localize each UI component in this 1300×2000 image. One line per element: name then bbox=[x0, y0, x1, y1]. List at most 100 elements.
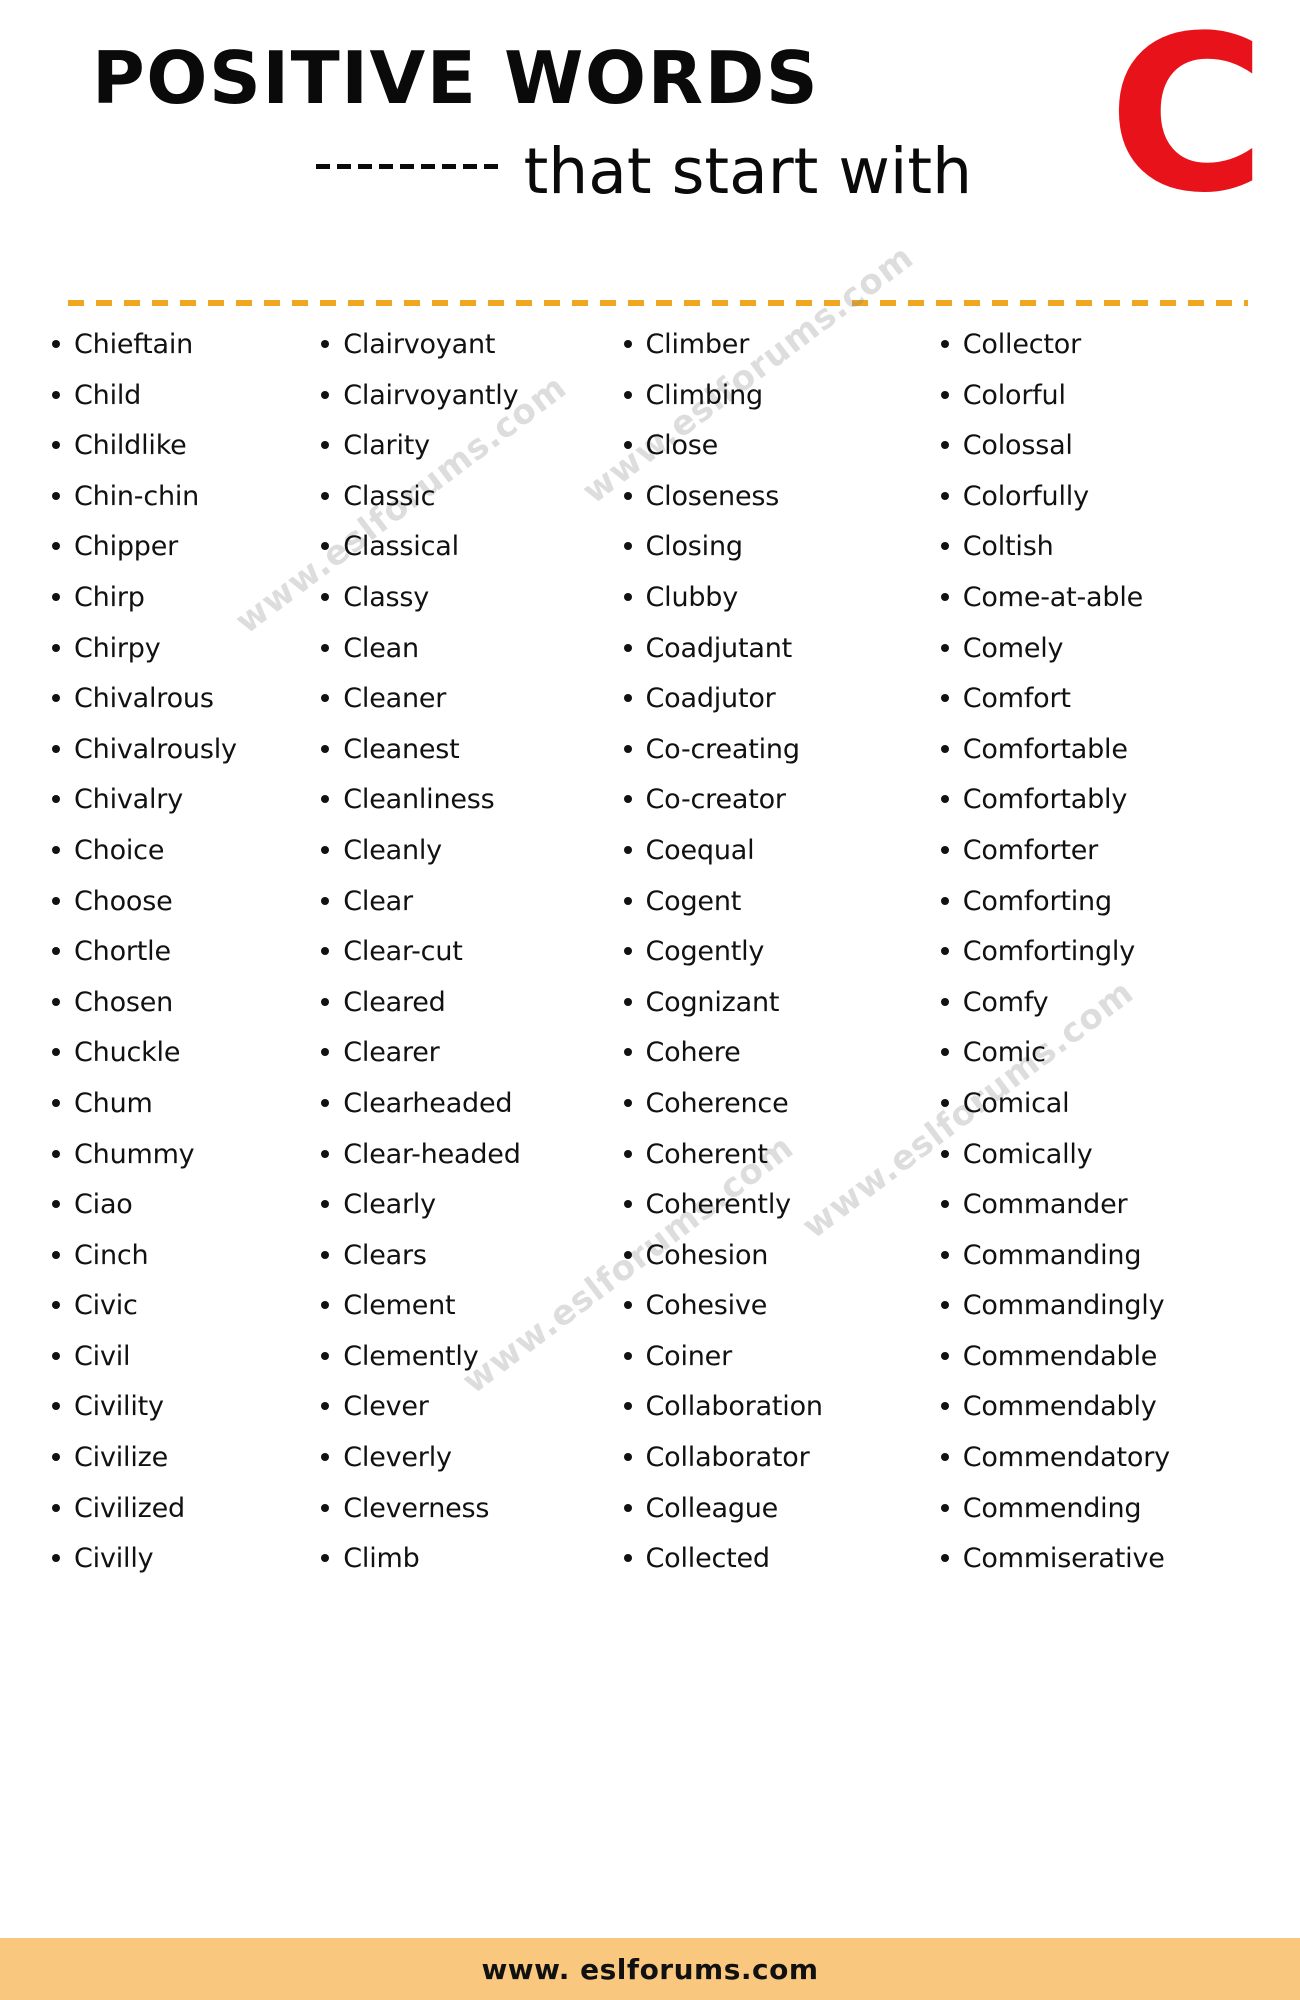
word-label: Coequal bbox=[645, 834, 755, 866]
bullet-icon bbox=[624, 694, 646, 702]
word-label: Cognizant bbox=[645, 986, 780, 1018]
list-item: Clairvoyant bbox=[321, 330, 623, 381]
bullet-icon bbox=[941, 998, 963, 1006]
word-label: Civilly bbox=[74, 1543, 154, 1575]
list-item: Comical bbox=[941, 1089, 1278, 1140]
word-label: Coiner bbox=[645, 1340, 733, 1372]
bullet-icon bbox=[624, 1453, 646, 1461]
bullet-icon bbox=[624, 1301, 646, 1309]
list-item: Cogent bbox=[624, 885, 941, 938]
word-label: Chivalrously bbox=[74, 733, 237, 765]
list-item: Colossal bbox=[941, 431, 1278, 482]
list-item: Chieftain bbox=[52, 330, 321, 381]
word-label: Coherent bbox=[645, 1138, 769, 1170]
dashed-divider bbox=[68, 300, 1248, 306]
bullet-icon bbox=[52, 795, 74, 803]
list-item: Cinch bbox=[52, 1239, 321, 1292]
list-item: Chummy bbox=[52, 1139, 321, 1191]
bullet-icon bbox=[52, 745, 74, 753]
dashed-lead-icon bbox=[315, 164, 498, 169]
list-item: Co-creating bbox=[624, 735, 941, 786]
list-item: Comfortingly bbox=[941, 937, 1278, 988]
word-label: Clairvoyantly bbox=[343, 379, 519, 411]
list-item: Comely bbox=[941, 633, 1278, 685]
list-item: Chin-chin bbox=[52, 482, 321, 533]
list-item: Choose bbox=[52, 886, 321, 938]
word-label: Chivalry bbox=[74, 784, 183, 816]
list-item: Childlike bbox=[52, 431, 321, 482]
bullet-icon bbox=[321, 897, 343, 905]
word-label: Classy bbox=[343, 581, 430, 613]
word-label: Classical bbox=[343, 531, 459, 563]
bullet-icon bbox=[321, 391, 343, 399]
bullet-icon bbox=[321, 593, 343, 601]
list-item: Comic bbox=[941, 1038, 1278, 1089]
list-item: Cogently bbox=[624, 937, 941, 988]
word-column-3: Climber Climbing Close Closeness Closing Club… bbox=[624, 330, 941, 1595]
word-label: Commandingly bbox=[962, 1290, 1165, 1322]
word-label: Comforter bbox=[962, 834, 1099, 866]
word-label: Clearheaded bbox=[343, 1087, 513, 1119]
bullet-icon bbox=[941, 1554, 963, 1562]
bullet-icon bbox=[941, 1150, 963, 1158]
list-item: Coherently bbox=[624, 1190, 941, 1241]
word-label: Chipper bbox=[74, 531, 179, 563]
list-item: Chum bbox=[52, 1089, 321, 1140]
bullet-icon bbox=[941, 542, 963, 550]
bullet-icon bbox=[941, 1200, 963, 1208]
word-label: Close bbox=[645, 430, 719, 462]
bullet-icon bbox=[941, 644, 963, 652]
word-label: Coadjutant bbox=[645, 632, 793, 664]
bullet-icon bbox=[624, 492, 646, 500]
bullet-icon bbox=[321, 846, 343, 854]
list-item: Cohesion bbox=[624, 1240, 941, 1292]
list-item: Clarity bbox=[321, 431, 623, 482]
list-item: Comically bbox=[941, 1139, 1278, 1191]
bullet-icon bbox=[52, 1504, 74, 1512]
bullet-icon bbox=[941, 795, 963, 803]
word-label: Cinch bbox=[74, 1239, 149, 1271]
word-label: Collector bbox=[962, 329, 1081, 360]
word-label: Colorfully bbox=[962, 480, 1089, 512]
word-label: Cleared bbox=[343, 986, 446, 1018]
header-title-block: POSITIVE WORDS that start with bbox=[92, 42, 997, 203]
list-item: Coltish bbox=[941, 532, 1278, 583]
list-item: Collected bbox=[624, 1544, 941, 1595]
list-item: Classical bbox=[321, 532, 623, 583]
list-item: Chivalry bbox=[52, 785, 321, 836]
list-item: Comfortable bbox=[941, 735, 1278, 786]
bullet-icon bbox=[624, 1150, 646, 1158]
word-label: Coherence bbox=[645, 1087, 789, 1119]
bullet-icon bbox=[321, 1352, 343, 1360]
list-item: Cleverly bbox=[321, 1443, 623, 1494]
word-label: Coherently bbox=[645, 1189, 792, 1221]
word-label: Climber bbox=[645, 329, 750, 360]
list-item: Cleverness bbox=[321, 1493, 623, 1545]
word-label: Cogent bbox=[645, 885, 742, 917]
bullet-icon bbox=[52, 593, 74, 601]
list-item: Climber bbox=[624, 330, 941, 381]
bullet-icon bbox=[941, 1453, 963, 1461]
bullet-icon bbox=[941, 947, 963, 955]
word-column-1: Chieftain Child Childlike Chin-chin Chipper C… bbox=[52, 330, 321, 1595]
bullet-icon bbox=[941, 1048, 963, 1056]
list-item: Civilly bbox=[52, 1544, 321, 1595]
word-label: Co-creating bbox=[645, 733, 800, 765]
word-label: Collected bbox=[645, 1543, 771, 1575]
bullet-icon bbox=[52, 1554, 74, 1562]
bullet-icon bbox=[52, 1150, 74, 1158]
list-item: Clairvoyantly bbox=[321, 379, 623, 432]
list-item: Coadjutant bbox=[624, 632, 941, 685]
bullet-icon bbox=[624, 897, 646, 905]
word-label: Clearly bbox=[343, 1189, 436, 1221]
bullet-icon bbox=[624, 795, 646, 803]
bullet-icon bbox=[52, 542, 74, 550]
list-item: Climbing bbox=[624, 380, 941, 432]
bullet-icon bbox=[321, 644, 343, 652]
word-label: Clairvoyant bbox=[343, 329, 496, 360]
list-item: Coequal bbox=[624, 836, 941, 887]
list-item: Clean bbox=[321, 633, 623, 685]
list-item: Comfy bbox=[941, 988, 1278, 1039]
list-item: Ciao bbox=[52, 1190, 321, 1241]
word-column-2: Clairvoyant Clairvoyantly Clarity Classic Cl… bbox=[321, 330, 623, 1595]
